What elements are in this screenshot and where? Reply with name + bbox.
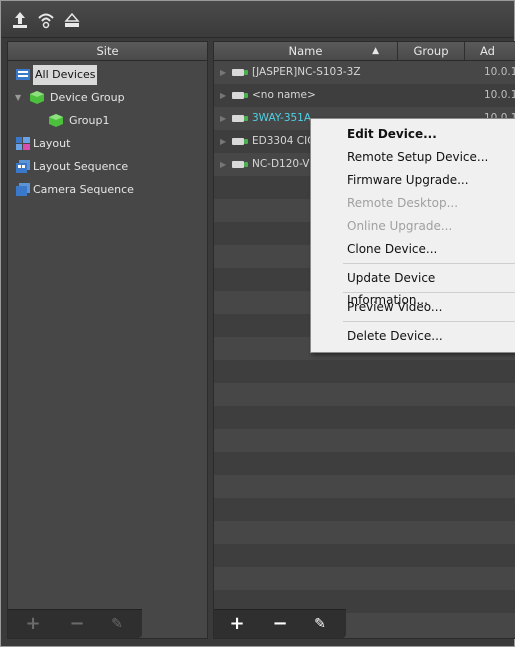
menu-item[interactable]: Remote Setup Device... xyxy=(311,146,515,168)
wireless-icon[interactable] xyxy=(37,11,55,29)
toolbar xyxy=(1,1,514,38)
tree-item-label: Device Group xyxy=(50,91,125,104)
empty-row xyxy=(214,475,515,498)
menu-separator xyxy=(343,292,515,293)
expand-arrow-icon[interactable]: ▶ xyxy=(220,130,226,153)
device-edit-button[interactable]: ✎ xyxy=(309,614,331,634)
site-header-label: Site xyxy=(96,44,119,58)
layout-icon xyxy=(16,137,30,150)
device-group-icon xyxy=(30,91,44,104)
device-remove-button[interactable]: − xyxy=(269,614,291,634)
tree-item-label: Layout xyxy=(33,137,71,150)
device-icon xyxy=(232,161,248,168)
camera-sequence-icon xyxy=(16,183,30,196)
empty-row xyxy=(214,452,515,475)
device-name: <no name> xyxy=(252,89,316,101)
upload-icon[interactable] xyxy=(11,11,29,29)
all-devices-icon xyxy=(16,69,30,80)
expand-arrow-icon[interactable]: ▶ xyxy=(220,153,226,176)
column-group[interactable]: Group xyxy=(398,42,464,60)
menu-item[interactable]: Firmware Upgrade... xyxy=(311,169,515,191)
menu-item[interactable]: Delete Device... xyxy=(311,325,515,347)
site-button-bar: + − ✎ xyxy=(8,609,142,638)
table-row[interactable]: ▶ <no name> 10.0.1 xyxy=(214,84,515,107)
device-name: [JASPER]NC-S103-3Z xyxy=(252,66,361,78)
tree-item-label: Layout Sequence xyxy=(33,160,129,173)
site-add-button[interactable]: + xyxy=(22,614,44,634)
column-address[interactable]: Ad xyxy=(480,42,515,60)
expand-arrow-icon[interactable]: ▶ xyxy=(220,84,226,107)
site-header[interactable]: Site xyxy=(8,42,207,61)
menu-item[interactable]: Clone Device... xyxy=(311,238,515,260)
table-row[interactable]: ▶ [JASPER]NC-S103-3Z 10.0.1 xyxy=(214,61,515,84)
device-name: ED3304 CIC xyxy=(252,135,315,147)
empty-row xyxy=(214,544,515,567)
group-icon xyxy=(49,114,63,127)
column-name[interactable]: Name ▲ xyxy=(214,42,397,60)
device-address: 10.0.1 xyxy=(484,89,515,101)
tree-item-label: Group1 xyxy=(69,114,110,127)
device-add-button[interactable]: + xyxy=(226,614,248,634)
column-name-label: Name xyxy=(288,44,323,58)
site-edit-button[interactable]: ✎ xyxy=(106,614,128,634)
expand-arrow-icon[interactable]: ▼ xyxy=(15,88,21,108)
tree-item-label: Camera Sequence xyxy=(33,183,134,196)
menu-item[interactable]: Edit Device... xyxy=(311,123,515,145)
menu-item[interactable]: Update Device Information... xyxy=(311,267,515,307)
empty-row xyxy=(214,521,515,544)
expand-arrow-icon[interactable]: ▶ xyxy=(220,61,226,84)
context-menu: Edit Device... Remote Setup Device... Firm… xyxy=(310,118,515,353)
device-icon xyxy=(232,115,248,122)
site-remove-button[interactable]: − xyxy=(66,614,88,634)
menu-item: Online Upgrade... xyxy=(347,219,453,233)
empty-row xyxy=(214,498,515,521)
layout-sequence-icon xyxy=(16,160,30,173)
menu-item: Remote Desktop... xyxy=(347,196,459,210)
device-address: 10.0.1 xyxy=(484,66,515,78)
device-icon xyxy=(232,92,248,99)
site-panel: Site All Devices ▼ Device Group Group1 L… xyxy=(7,41,208,639)
device-icon xyxy=(232,138,248,145)
menu-separator xyxy=(343,321,515,322)
tree-item-label: All Devices xyxy=(33,65,98,85)
empty-row xyxy=(214,406,515,429)
device-name: NC-D120-VI xyxy=(252,158,313,170)
empty-row xyxy=(214,567,515,590)
eject-icon[interactable] xyxy=(63,11,81,29)
device-icon xyxy=(232,69,248,76)
expand-arrow-icon[interactable]: ▶ xyxy=(220,107,226,130)
device-list-header: Name ▲ Group Ad xyxy=(214,42,515,61)
empty-row xyxy=(214,429,515,452)
menu-item[interactable]: Preview Video... xyxy=(311,296,515,318)
sort-ascending-icon: ▲ xyxy=(372,46,379,56)
device-button-bar: + − ✎ xyxy=(214,609,346,638)
empty-row xyxy=(214,383,515,406)
empty-row xyxy=(214,360,515,383)
menu-separator xyxy=(343,263,515,264)
